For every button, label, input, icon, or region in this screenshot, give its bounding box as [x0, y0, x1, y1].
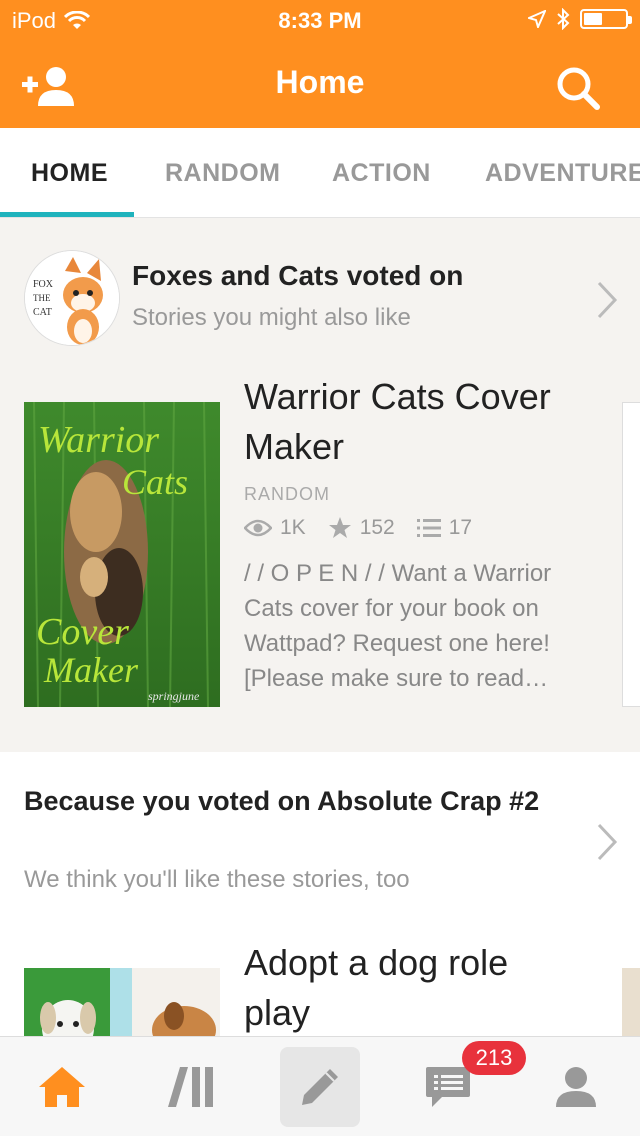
fox-cat-avatar-image: FOX THE CAT [25, 251, 119, 345]
home-icon [39, 1067, 85, 1107]
status-bar: iPod 8:33 PM [0, 0, 640, 40]
cover-text: Maker [43, 650, 139, 690]
tab-adventure[interactable]: ADVENTURE [485, 128, 640, 218]
active-tab-indicator [0, 212, 134, 217]
nav-write[interactable] [280, 1037, 360, 1136]
story-stats: 1K 152 17 [244, 516, 494, 540]
app-header: Home [0, 40, 640, 128]
warrior-cats-cover-image: Warrior Cats Cover Maker springjune [24, 402, 220, 707]
section-subtitle: Stories you might also like [132, 304, 411, 331]
reads-count: 1K [280, 516, 306, 539]
story-title-line[interactable]: Adopt a dog role [244, 938, 508, 988]
votes-count: 152 [359, 516, 395, 539]
profile-icon [556, 1067, 596, 1107]
cover-text: Cover [36, 611, 129, 653]
votes-stat: 152 [328, 516, 395, 540]
section-title: Because you voted on Absolute Crap #2 [24, 786, 540, 816]
chevron-right-icon[interactable] [596, 822, 618, 862]
voted-on-section: FOX THE CAT Foxes and Cats voted on Stor… [0, 218, 640, 752]
library-icon [168, 1067, 213, 1107]
message-badge: 213 [462, 1041, 526, 1075]
battery-icon [580, 9, 632, 29]
story-title-line[interactable]: Maker [244, 422, 344, 472]
cover-text: Warrior [38, 419, 159, 461]
star-icon [328, 517, 351, 538]
svg-text:THE: THE [33, 293, 51, 303]
cover-credit: springjune [148, 689, 200, 703]
tab-home[interactable]: HOME [31, 128, 108, 218]
reads-stat: 1K [244, 516, 306, 540]
top-bar: iPod 8:33 PM Home [0, 0, 640, 128]
nav-home[interactable] [22, 1037, 102, 1136]
bottom-nav: 213 [0, 1036, 640, 1136]
page-title: Home [275, 64, 365, 100]
story-title-line[interactable]: play [244, 988, 310, 1038]
search-icon[interactable] [556, 66, 600, 110]
story-title-line[interactable]: Warrior Cats Cover [244, 372, 551, 422]
messages-icon [426, 1067, 470, 1107]
avatar[interactable]: FOX THE CAT [24, 250, 120, 346]
story-cover[interactable]: Warrior Cats Cover Maker springjune [24, 402, 220, 707]
list-icon [416, 519, 441, 537]
write-icon [302, 1069, 338, 1105]
parts-count: 17 [448, 516, 473, 539]
nav-library[interactable] [152, 1037, 232, 1136]
chevron-right-icon[interactable] [596, 280, 618, 320]
because-you-voted-section: Because you voted on Absolute Crap #2 We… [0, 752, 640, 1048]
cover-text: Cats [122, 462, 188, 502]
svg-text:CAT: CAT [33, 307, 52, 318]
svg-text:FOX: FOX [33, 279, 54, 290]
story-description: / / O P E N / / Want a Warrior Cats cove… [244, 560, 552, 692]
tab-random[interactable]: RANDOM [165, 128, 281, 218]
bluetooth-icon [557, 8, 570, 30]
tab-action[interactable]: ACTION [332, 128, 431, 218]
status-right [528, 8, 632, 30]
next-story-card[interactable] [622, 402, 640, 707]
section-subtitle: We think you'll like these stories, too [24, 866, 410, 893]
story-category: RANDOM [244, 484, 330, 504]
parts-stat: 17 [416, 516, 473, 540]
nav-profile[interactable] [536, 1037, 616, 1136]
location-icon [528, 10, 546, 28]
category-tabs: HOME RANDOM ACTION ADVENTURE [0, 128, 640, 218]
eye-icon [244, 519, 272, 537]
section-title: Foxes and Cats voted on [132, 260, 464, 291]
